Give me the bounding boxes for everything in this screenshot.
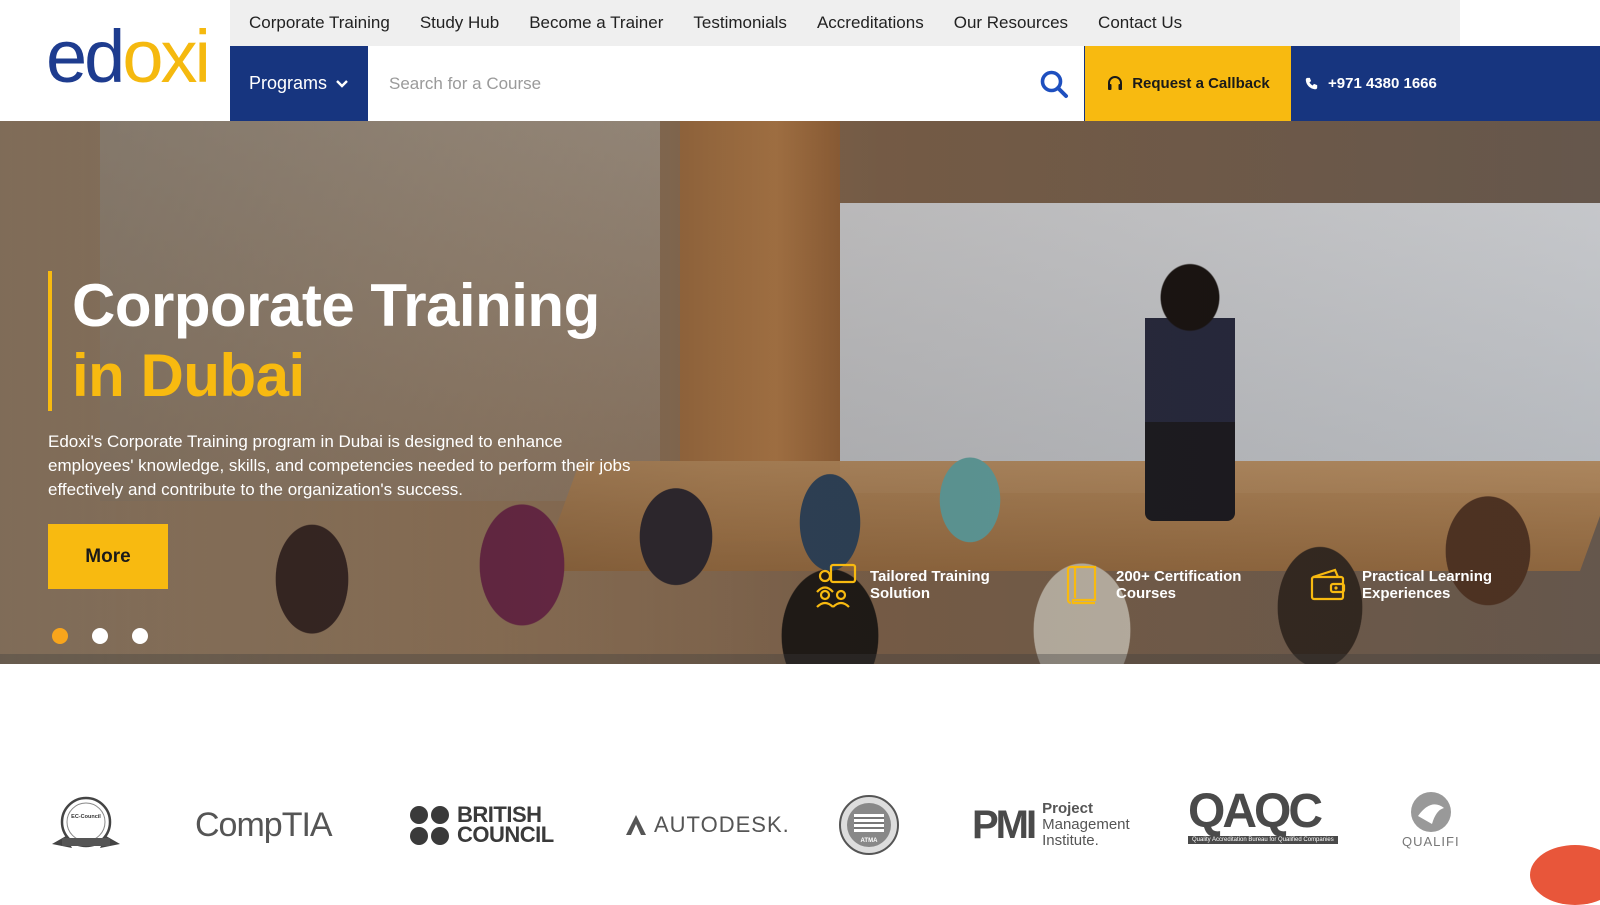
hero-title-line2: in Dubai: [72, 342, 305, 409]
edoxi-logo[interactable]: ed o xi: [46, 15, 226, 98]
nav-our-resources[interactable]: Our Resources: [954, 13, 1068, 33]
nav-corporate-training[interactable]: Corporate Training: [249, 13, 390, 33]
pmi-line1: Project: [1042, 800, 1093, 817]
feature-text: Tailored Training Solution: [870, 568, 990, 602]
hero-title: Corporate Training in Dubai: [72, 271, 600, 411]
search-input[interactable]: [368, 46, 1024, 121]
chevron-down-icon: [336, 79, 348, 88]
nav-contact-us[interactable]: Contact Us: [1098, 13, 1182, 33]
british-council-mark: [410, 805, 449, 845]
pmi-line3: Institute.: [1042, 832, 1099, 849]
comptia-logo[interactable]: CompTIA: [195, 790, 333, 860]
chat-widget-button[interactable]: [1530, 845, 1600, 905]
carousel-dot-1[interactable]: [52, 628, 68, 644]
request-callback-button[interactable]: Request a Callback: [1085, 46, 1291, 121]
callback-label: Request a Callback: [1132, 75, 1270, 92]
feature-text: Practical Learning Experiences: [1362, 568, 1493, 602]
atma-logo[interactable]: ATMA: [838, 790, 900, 860]
site-header: ed o xi Corporate Training Study Hub Becom…: [0, 0, 1600, 121]
nav-become-a-trainer[interactable]: Become a Trainer: [529, 13, 663, 33]
search-bar: [368, 46, 1084, 121]
pmi-mark: PMI: [972, 802, 1037, 847]
pmi-logo[interactable]: PMI Project Management Institute.: [972, 790, 1130, 860]
qaqc-text: QAQC: [1188, 785, 1323, 838]
feature-certification-courses: 200+ Certification Courses: [1058, 561, 1266, 609]
logo-ed-text: ed: [46, 15, 125, 98]
hero-title-block: Corporate Training in Dubai: [48, 271, 600, 411]
autodesk-text: AUTODESK.: [654, 812, 790, 837]
hero-description: Edoxi's Corporate Training program in Du…: [48, 432, 631, 499]
phone-link[interactable]: +971 4380 1666: [1305, 46, 1437, 121]
carousel-dots: [52, 628, 172, 644]
logo-xi-text: xi: [160, 15, 210, 98]
phone-number: +971 4380 1666: [1328, 75, 1437, 92]
autodesk-mark-icon: [626, 815, 646, 835]
logo-o-text: o: [122, 15, 163, 98]
hero-bottom-edge: [0, 654, 1600, 664]
feature-text: 200+ Certification Courses: [1116, 568, 1242, 602]
ec-council-text: EC-Council: [71, 814, 101, 820]
british-council-line2: COUNCIL: [457, 822, 554, 847]
pmi-text: Project Management Institute.: [1042, 801, 1130, 849]
nav-study-hub[interactable]: Study Hub: [420, 13, 499, 33]
carousel-dot-3[interactable]: [132, 628, 148, 644]
top-navigation: Corporate Training Study Hub Become a Tr…: [230, 0, 1460, 46]
more-button[interactable]: More: [48, 524, 168, 589]
headset-icon: [1108, 75, 1123, 90]
british-council-text: BRITISH COUNCIL: [457, 804, 554, 847]
programs-dropdown[interactable]: Programs: [230, 46, 368, 121]
programs-label: Programs: [249, 73, 328, 93]
accreditation-logos: EC-Council CompTIA BRITISH COUNCIL AUTOD…: [0, 785, 1600, 862]
feature-practical-learning: Practical Learning Experiences: [1304, 561, 1512, 609]
hero-banner: Corporate Training in Dubai Edoxi's Corp…: [0, 121, 1600, 664]
qaqc-subtitle: Quality Accreditation Bureau for Qualifi…: [1188, 836, 1338, 844]
search-button[interactable]: [1024, 46, 1084, 121]
qualifi-text: QUALIFI: [1402, 834, 1460, 849]
feature-tailored-training: Tailored Training Solution: [812, 561, 1020, 609]
hero-title-line1: Corporate Training: [72, 272, 600, 339]
book-icon: [1058, 561, 1106, 609]
search-icon: [1040, 70, 1068, 98]
autodesk-logo[interactable]: AUTODESK.: [624, 790, 790, 860]
atma-text: ATMA: [861, 838, 879, 844]
phone-icon: [1305, 77, 1318, 90]
nav-accreditations[interactable]: Accreditations: [817, 13, 924, 33]
qualifi-logo[interactable]: QUALIFI: [1402, 790, 1460, 860]
carousel-dot-2[interactable]: [92, 628, 108, 644]
qaqc-logo[interactable]: QAQC Quality Accreditation Bureau for Qu…: [1188, 785, 1338, 860]
qualifi-mark-icon: [1410, 792, 1451, 832]
wallet-icon: [1304, 561, 1352, 609]
ec-council-logo[interactable]: EC-Council: [48, 790, 124, 860]
pmi-line2: Management: [1042, 816, 1130, 833]
hero-features: Tailored Training Solution 200+ Certific…: [812, 561, 1550, 609]
training-icon: [812, 561, 860, 609]
nav-testimonials[interactable]: Testimonials: [693, 13, 787, 33]
british-council-logo[interactable]: BRITISH COUNCIL: [410, 790, 554, 860]
